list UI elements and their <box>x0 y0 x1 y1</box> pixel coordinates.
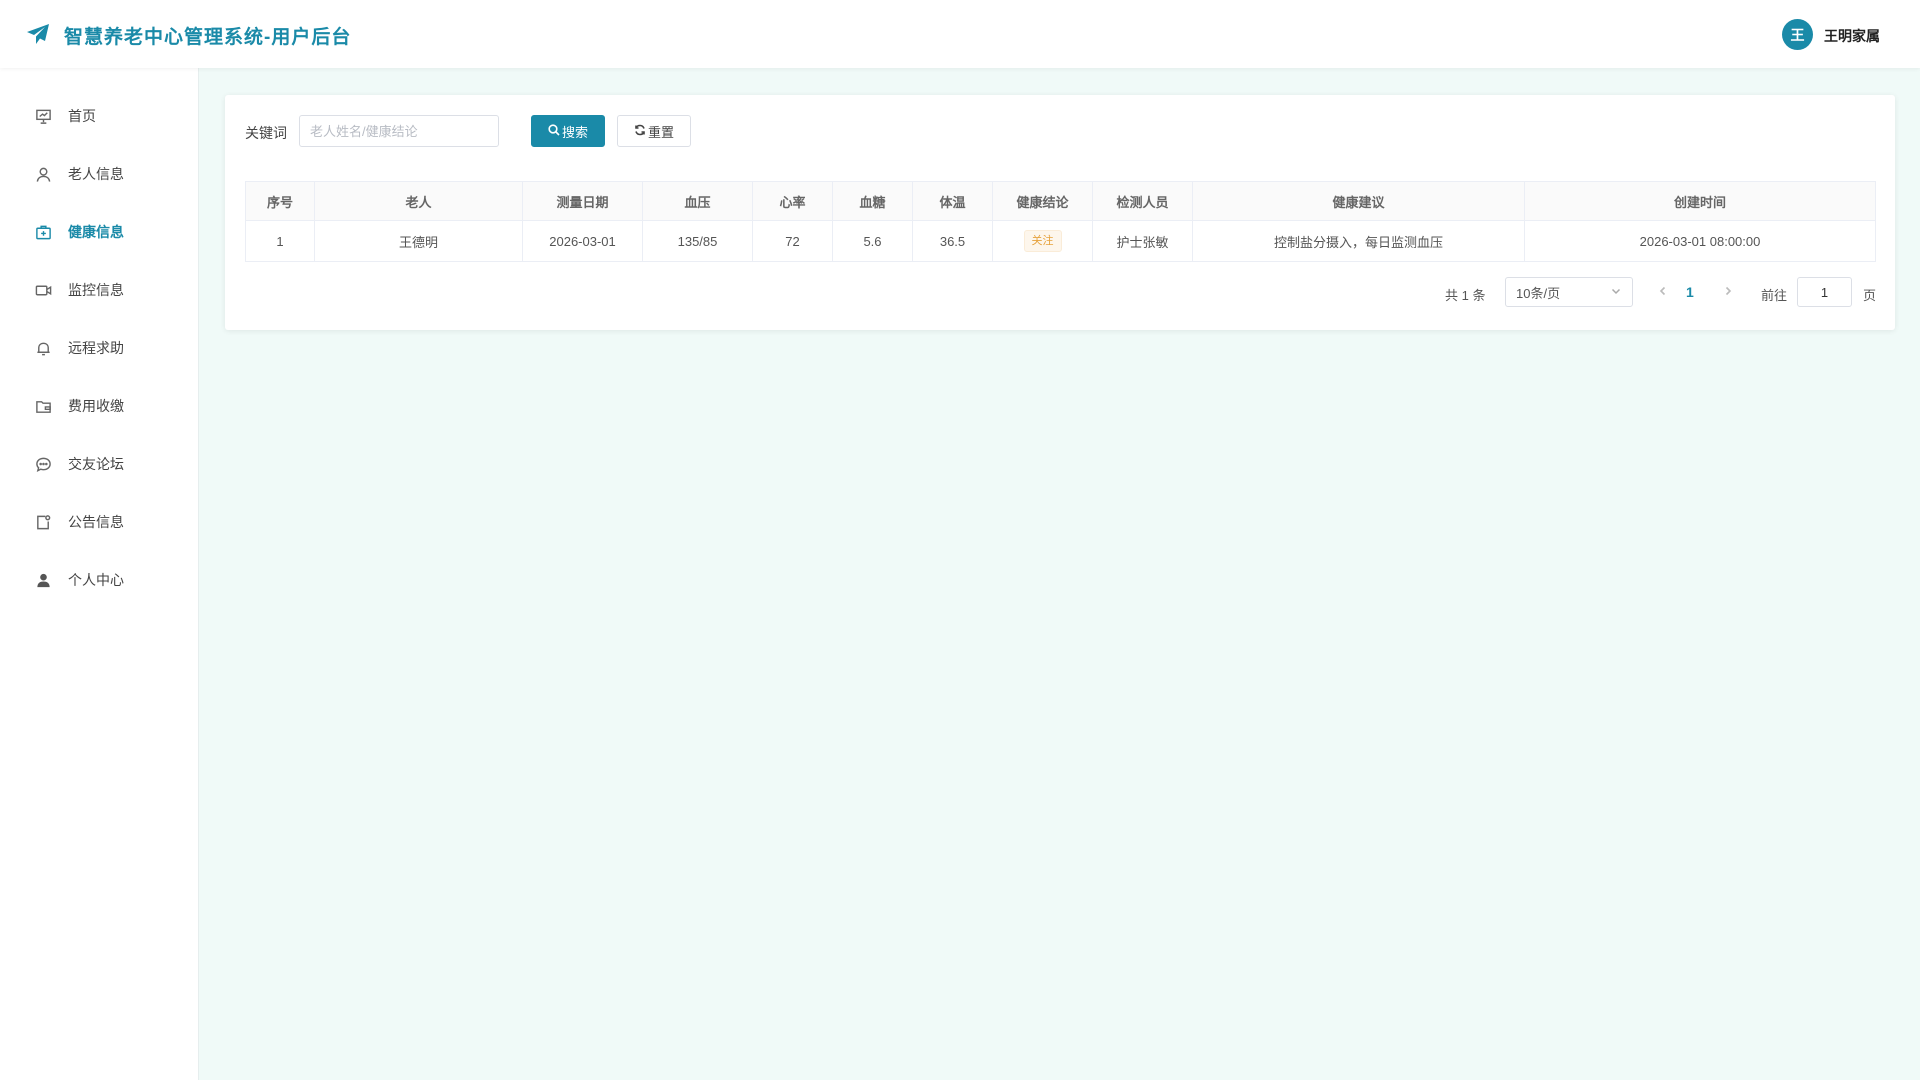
column-header: 健康结论 <box>992 181 1093 221</box>
user-icon <box>34 165 52 183</box>
notice-icon <box>34 513 52 531</box>
cell-blood-sugar: 5.6 <box>832 220 913 262</box>
medical-kit-icon <box>34 223 52 241</box>
search-icon <box>548 123 560 139</box>
column-header: 血糖 <box>832 181 913 221</box>
cell-index: 1 <box>245 220 315 262</box>
refresh-icon <box>634 124 646 139</box>
reset-button-label: 重置 <box>647 124 674 140</box>
keyword-input[interactable] <box>299 115 499 147</box>
sidebar-item-label: 公告信息 <box>68 514 124 530</box>
app-title: 智慧养老中心管理系统-用户后台 <box>64 27 352 48</box>
cell-created-at: 2026-03-01 08:00:00 <box>1524 220 1876 262</box>
sidebar-item-health-info[interactable]: 健康信息 <box>0 207 199 257</box>
cell-heart-rate: 72 <box>752 220 833 262</box>
search-button-label: 搜索 <box>561 124 588 140</box>
health-table: 序号 老人 测量日期 血压 心率 血糖 体温 健康结论 检测人员 健康建议 创建… <box>245 181 1876 262</box>
avatar[interactable]: 王 <box>1782 19 1813 50</box>
cell-advice: 控制盐分摄入，每日监测血压 <box>1192 220 1525 262</box>
search-button[interactable]: 搜索 <box>531 115 605 147</box>
person-icon <box>34 571 52 589</box>
cell-inspector: 护士张敏 <box>1092 220 1193 262</box>
sidebar-item-elder-info[interactable]: 老人信息 <box>0 149 199 199</box>
sidebar-item-label: 远程求助 <box>68 340 124 356</box>
prev-page-button[interactable] <box>1655 281 1671 303</box>
sidebar-item-label: 老人信息 <box>68 166 124 182</box>
sidebar-item-label: 交友论坛 <box>68 456 124 472</box>
sidebar-item-profile[interactable]: 个人中心 <box>0 555 199 605</box>
status-badge: 关注 <box>1023 230 1062 252</box>
bell-icon <box>34 339 52 357</box>
cell-temperature: 36.5 <box>912 220 993 262</box>
user-name[interactable]: 王明家属 <box>1824 26 1880 46</box>
chevron-down-icon <box>1610 285 1622 300</box>
column-header: 老人 <box>314 181 523 221</box>
chevron-right-icon <box>1723 283 1733 301</box>
chevron-left-icon <box>1658 283 1668 301</box>
sidebar-item-label: 监控信息 <box>68 282 124 298</box>
column-header: 检测人员 <box>1092 181 1193 221</box>
goto-page-input[interactable] <box>1797 277 1852 307</box>
page-number-current[interactable]: 1 <box>1686 284 1694 300</box>
column-header: 创建时间 <box>1524 181 1876 221</box>
sidebar-item-label: 费用收缴 <box>68 398 124 414</box>
sidebar-item-notices[interactable]: 公告信息 <box>0 497 199 547</box>
paper-plane-icon <box>26 23 50 45</box>
column-header: 心率 <box>752 181 833 221</box>
column-header: 测量日期 <box>522 181 643 221</box>
sidebar-item-monitor-info[interactable]: 监控信息 <box>0 265 199 315</box>
cell-date: 2026-03-01 <box>522 220 643 262</box>
sidebar-item-label: 首页 <box>68 108 96 124</box>
health-info-card: 关键词 搜索 重置 序号 老人 测量日期 血压 心率 血糖 体温 健康结论 检测… <box>225 95 1895 330</box>
cell-blood-pressure: 135/85 <box>642 220 753 262</box>
chat-icon <box>34 455 52 473</box>
wallet-icon <box>34 397 52 415</box>
sidebar-item-forum[interactable]: 交友论坛 <box>0 439 199 489</box>
sidebar: 首页 老人信息 健康信息 监控信息 远程求助 费用收缴 交友论坛 公告信息 个人… <box>0 68 199 1080</box>
keyword-label: 关键词 <box>245 125 287 141</box>
video-camera-icon <box>34 281 52 299</box>
cell-elder: 王德明 <box>314 220 523 262</box>
sidebar-item-fees[interactable]: 费用收缴 <box>0 381 199 431</box>
sidebar-item-label: 健康信息 <box>68 224 124 240</box>
column-header: 血压 <box>642 181 753 221</box>
dashboard-icon <box>34 107 52 125</box>
column-header: 序号 <box>245 181 315 221</box>
sidebar-item-remote-help[interactable]: 远程求助 <box>0 323 199 373</box>
pagination-total: 共 1 条 <box>1445 288 1486 303</box>
page-size-value: 10条/页 <box>1516 285 1561 301</box>
goto-label: 前往 <box>1761 288 1788 303</box>
reset-button[interactable]: 重置 <box>617 115 691 147</box>
sidebar-item-home[interactable]: 首页 <box>0 91 199 141</box>
table-row[interactable]: 1 王德明 2026-03-01 135/85 72 5.6 36.5 关注 护… <box>245 220 1876 262</box>
column-header: 体温 <box>912 181 993 221</box>
page-size-select[interactable]: 10条/页 <box>1505 277 1633 307</box>
next-page-button[interactable] <box>1720 281 1736 303</box>
cell-conclusion: 关注 <box>992 220 1093 262</box>
column-header: 健康建议 <box>1192 181 1525 221</box>
table-header-row: 序号 老人 测量日期 血压 心率 血糖 体温 健康结论 检测人员 健康建议 创建… <box>245 181 1876 221</box>
top-header: 智慧养老中心管理系统-用户后台 王 王明家属 <box>0 0 1920 68</box>
page-suffix-label: 页 <box>1863 288 1877 303</box>
sidebar-item-label: 个人中心 <box>68 572 124 588</box>
